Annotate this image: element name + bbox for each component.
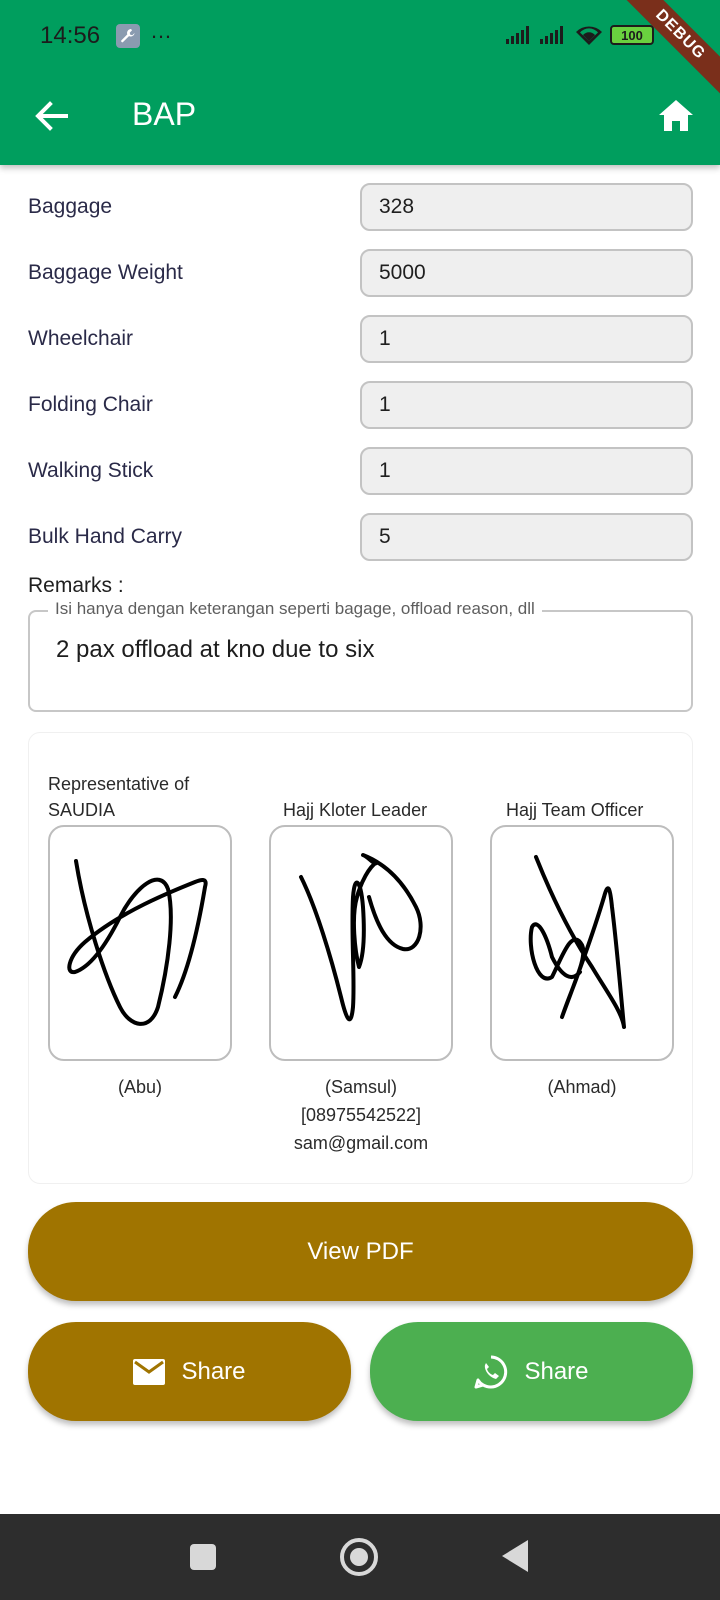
remarks-value: 2 pax offload at kno due to six (56, 636, 375, 663)
field-label: Bulk Hand Carry (28, 525, 183, 548)
wifi-icon (576, 26, 602, 45)
form-row-baggage-weight: Baggage Weight 5000 (28, 249, 693, 297)
wheelchair-field[interactable]: 1 (360, 315, 693, 363)
signature-title: Representative of SAUDIA (48, 771, 189, 823)
mail-icon (133, 1358, 166, 1385)
field-label: Wheelchair (28, 327, 134, 350)
page-title: BAP (132, 96, 197, 132)
field-label: Baggage Weight (28, 261, 183, 284)
signature-caption: (Ahmad) (480, 1073, 684, 1101)
signal-icon-2 (540, 26, 563, 44)
signatory-name: (Ahmad) (547, 1077, 617, 1097)
form-row-folding-chair: Folding Chair 1 (28, 381, 693, 429)
system-nav-bar (0, 1514, 720, 1600)
remarks-hint: Isi hanya dengan keterangan seperti baga… (48, 599, 542, 619)
form-row-baggage: Baggage 328 (28, 183, 693, 231)
home-circle-icon[interactable] (340, 1538, 378, 1576)
recent-apps-icon[interactable] (190, 1544, 216, 1570)
field-label: Walking Stick (28, 459, 154, 482)
share-email-label: Share (181, 1357, 246, 1385)
signature-card: Representative of SAUDIA (Abu) Hajj Klot… (28, 732, 693, 1184)
battery-icon: 100 (610, 25, 654, 45)
status-indicators: 100 (506, 24, 654, 46)
back-arrow-icon[interactable] (30, 94, 74, 138)
form-row-wheelchair: Wheelchair 1 (28, 315, 693, 363)
share-whatsapp-button[interactable]: Share (370, 1322, 693, 1421)
share-email-button[interactable]: Share (28, 1322, 351, 1421)
signature-image (528, 855, 626, 1029)
field-label: Folding Chair (28, 393, 153, 416)
signature-title: Hajj Team Officer (506, 800, 644, 820)
signature-caption: (Abu) (38, 1073, 242, 1101)
share-whatsapp-label: Share (524, 1357, 589, 1385)
view-pdf-button[interactable]: View PDF (28, 1202, 693, 1301)
folding-chair-field[interactable]: 1 (360, 381, 693, 429)
app-bar: 14:56 … 100 DEBUG BAP (0, 0, 720, 165)
home-icon[interactable] (656, 96, 696, 136)
signature-image (299, 853, 423, 1022)
view-pdf-label: View PDF (307, 1237, 414, 1265)
signature-title-line2: SAUDIA (48, 800, 116, 820)
baggage-weight-field[interactable]: 5000 (360, 249, 693, 297)
debug-banner: DEBUG (614, 0, 720, 101)
signal-icon (506, 26, 529, 44)
remarks-textarea[interactable]: Isi hanya dengan keterangan seperti baga… (28, 599, 693, 712)
signature-title-line1: Representative of (48, 774, 190, 794)
signature-pad-kloter-leader[interactable] (269, 825, 453, 1061)
signature-pad-team-officer[interactable] (490, 825, 674, 1061)
signatory-email: sam@gmail.com (293, 1133, 429, 1153)
form-row-bulk-hand-carry: Bulk Hand Carry 5 (28, 513, 693, 561)
walking-stick-field[interactable]: 1 (360, 447, 693, 495)
field-label: Baggage (28, 195, 113, 218)
wrench-icon (116, 24, 140, 48)
signature-pad-saudia[interactable] (48, 825, 232, 1061)
signature-title: Hajj Kloter Leader (283, 800, 428, 820)
signatory-phone: [08975542522] (300, 1105, 422, 1125)
more-notifications-icon: … (150, 18, 173, 43)
signature-caption: (Samsul) [08975542522] sam@gmail.com (259, 1073, 463, 1157)
back-triangle-icon[interactable] (502, 1540, 528, 1572)
signature-image (67, 859, 208, 1026)
status-time: 14:56 (40, 22, 101, 49)
signatory-name: (Samsul) (324, 1077, 397, 1097)
whatsapp-icon (474, 1355, 508, 1389)
bulk-hand-carry-field[interactable]: 5 (360, 513, 693, 561)
form-row-walking-stick: Walking Stick 1 (28, 447, 693, 495)
baggage-field[interactable]: 328 (360, 183, 693, 231)
signatory-name: (Abu) (117, 1077, 162, 1097)
remarks-label: Remarks : (28, 574, 124, 597)
